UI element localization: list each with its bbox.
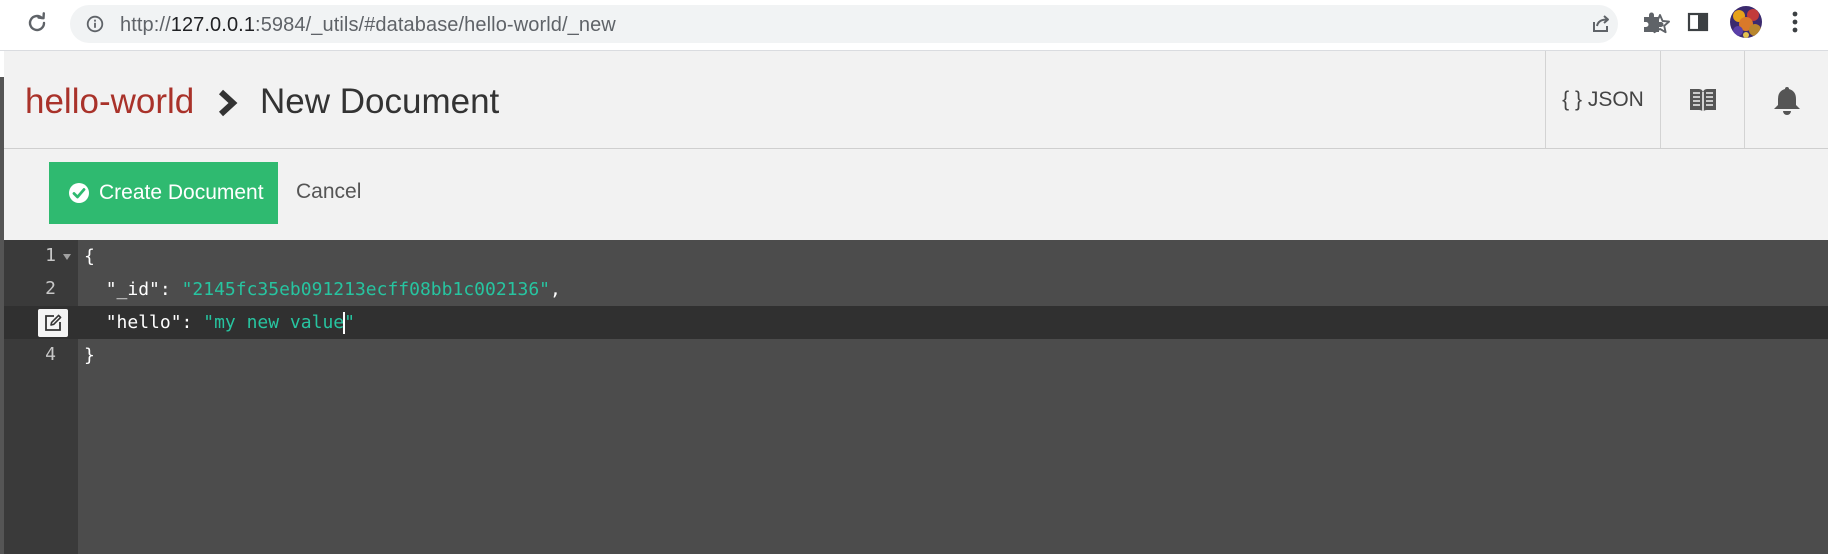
edit-marker [38, 309, 68, 337]
line-number: 2 [45, 278, 56, 299]
puzzle-icon[interactable] [1640, 8, 1666, 36]
chevron-right-icon [218, 89, 238, 117]
json-value: "my new value [203, 312, 345, 333]
close-brace: } [84, 345, 95, 366]
json-button[interactable]: { } JSON [1545, 51, 1660, 148]
notifications-button[interactable] [1744, 51, 1828, 148]
profile-avatar[interactable] [1730, 6, 1762, 38]
share-icon[interactable] [1590, 13, 1612, 35]
code-line: "hello": "my new value" [84, 306, 355, 339]
document-toolbar: Create Document Cancel [4, 149, 1828, 240]
url-host: 127.0.0.1 [170, 14, 256, 36]
json-button-label: { } JSON [1562, 87, 1644, 111]
cancel-link[interactable]: Cancel [296, 180, 361, 204]
url-scheme: http:// [120, 14, 171, 36]
side-panel-icon[interactable] [1686, 8, 1710, 36]
check-circle-icon [69, 183, 89, 203]
documentation-button[interactable] [1660, 51, 1744, 148]
browser-toolbar: http://127.0.0.1:5984/_utils/#database/h… [0, 0, 1828, 51]
json-trailing-comma: , [550, 279, 561, 300]
code-line: } [84, 339, 95, 372]
breadcrumb-database-link[interactable]: hello-world [25, 82, 194, 122]
create-document-button[interactable]: Create Document [49, 162, 278, 224]
book-icon [1689, 88, 1716, 112]
url-text[interactable]: http://127.0.0.1:5984/_utils/#database/h… [120, 14, 616, 37]
reload-icon [28, 12, 46, 32]
app-header: hello-world New Document { } JSON [4, 51, 1828, 149]
kebab-menu-icon[interactable] [1785, 8, 1805, 36]
line-number: 4 [45, 344, 56, 365]
json-separator: : [181, 312, 204, 333]
address-bar[interactable]: http://127.0.0.1:5984/_utils/#database/h… [70, 5, 1670, 43]
url-path: :5984/_utils/#database/hello-world/_new [255, 14, 616, 36]
open-brace: { [84, 246, 95, 267]
bell-icon [1773, 86, 1800, 115]
line-number: 1 [45, 245, 56, 266]
info-icon[interactable] [86, 15, 104, 33]
fold-arrow-icon[interactable] [62, 253, 72, 261]
json-separator: : [159, 279, 182, 300]
edit-icon [45, 314, 62, 331]
code-line: { [84, 240, 95, 273]
code-line: "_id": "2145fc35eb091213ecff08bb1c002136… [84, 273, 561, 306]
avatar-image [1730, 6, 1762, 38]
json-editor[interactable]: 1 2 4 { "_id": "2145fc35eb091213ecff08bb… [4, 240, 1828, 554]
json-value-closing-quote: " [344, 312, 355, 333]
json-key: "_id" [105, 279, 160, 300]
create-document-label: Create Document [99, 181, 264, 204]
reload-button[interactable] [24, 10, 50, 36]
page-title: New Document [260, 82, 500, 121]
json-value: "2145fc35eb091213ecff08bb1c002136" [181, 279, 551, 300]
json-key: "hello" [105, 312, 182, 333]
